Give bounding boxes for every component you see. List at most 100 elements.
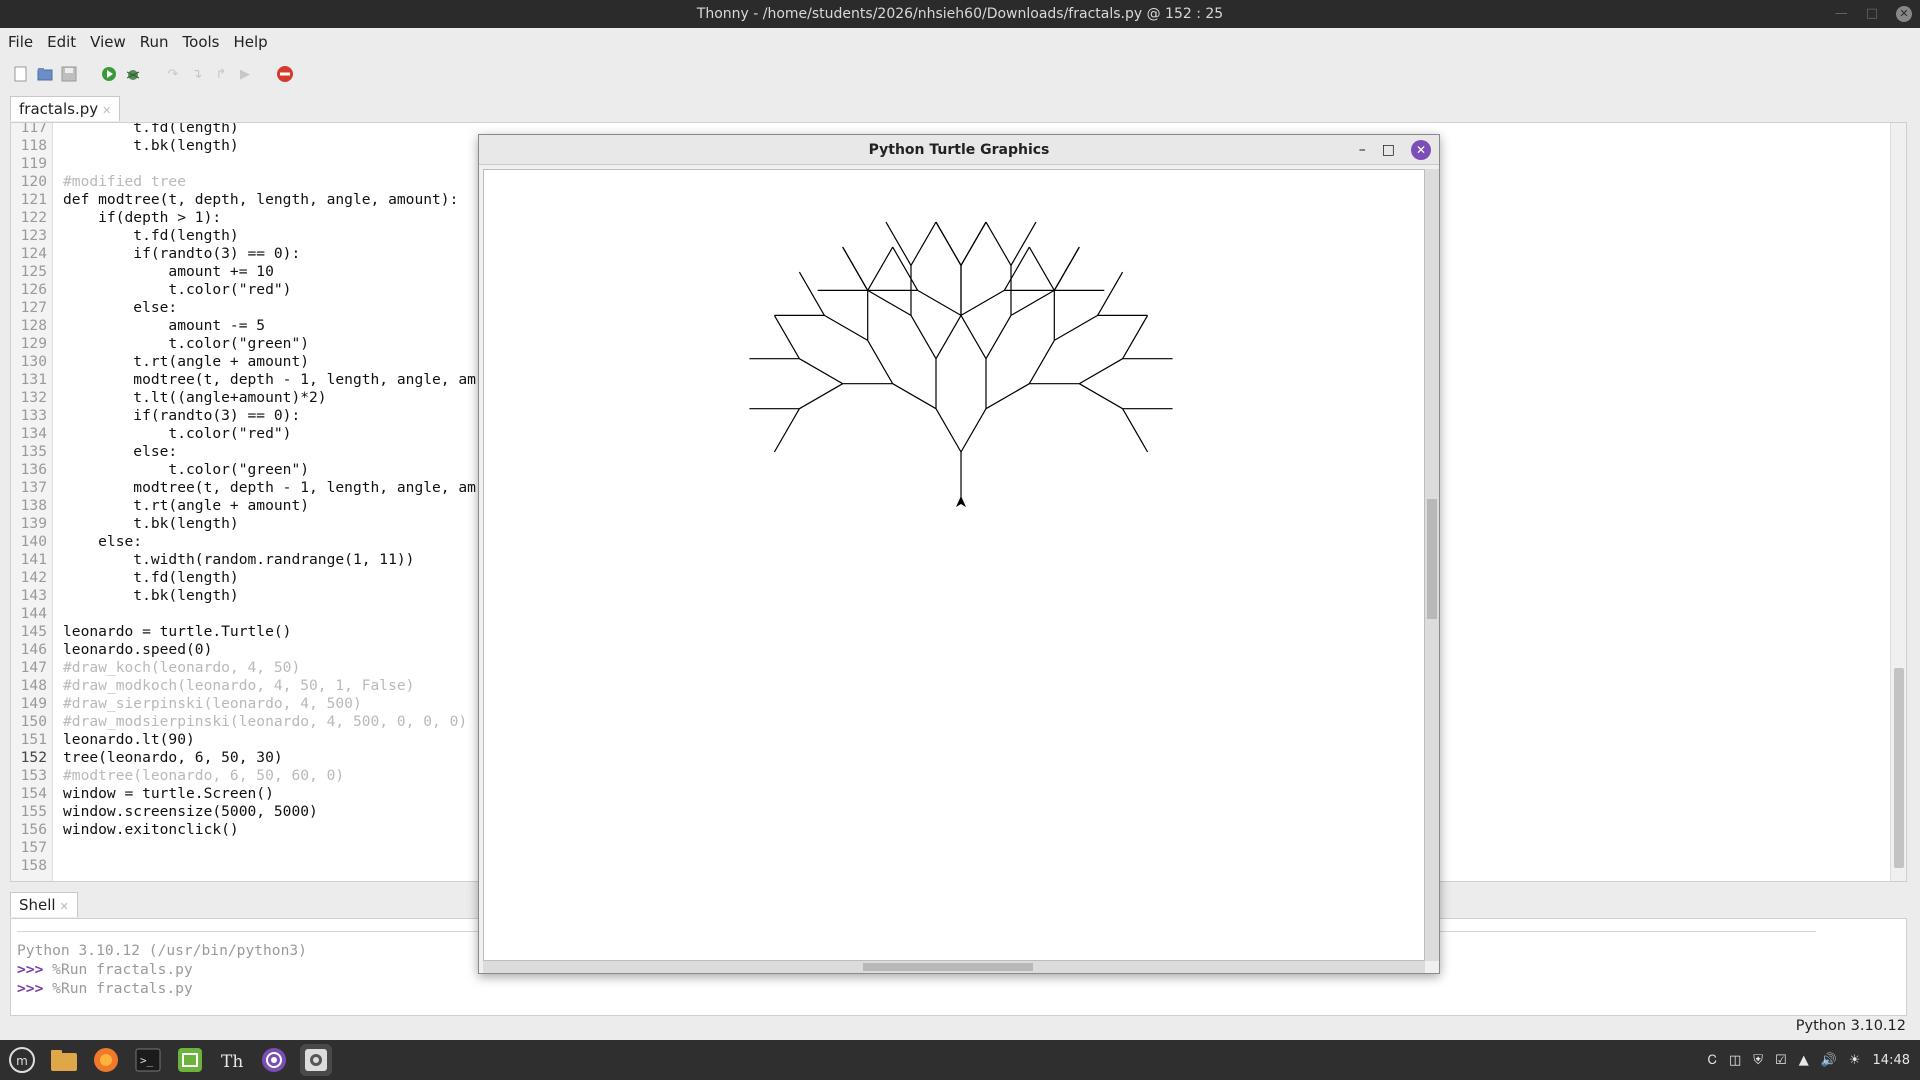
step-into-icon[interactable]: ↴ [188,65,206,83]
interpreter-status[interactable]: Python 3.10.12 [1796,1018,1906,1034]
step-over-icon[interactable]: ↷ [164,65,182,83]
code-line: 152 tree(leonardo, 6, 50, 30) [11,749,476,767]
brightness-icon[interactable]: ☀ [1849,1053,1861,1068]
tree-branch [1010,289,1055,316]
tree-branch [960,221,987,266]
maximize-icon[interactable]: □ [1382,135,1395,165]
tab-fractals[interactable]: fractals.py ✕ [10,96,121,121]
menu-help[interactable]: Help [234,33,268,51]
close-icon[interactable]: ✕ [1411,140,1431,160]
turtle-vscroll-thumb[interactable] [1427,499,1437,619]
line-number: 148 [20,677,47,694]
line-number: 125 [20,263,47,280]
menu-tools[interactable]: Tools [183,33,220,51]
code-text: leonardo.speed(0) [63,641,213,658]
code-line: 134 t.color("red") [11,425,476,443]
files-icon[interactable] [48,1044,80,1076]
tree-branch [1079,358,1123,385]
code-line: 146 leonardo.speed(0) [11,641,476,659]
system-tray: Ꮯ ◫ ⛨ ☑ ▲ 🔊 ☀ 14:48 [1708,1040,1910,1080]
close-shell-icon[interactable]: ✕ [60,900,69,913]
step-out-icon[interactable]: ↱ [212,65,230,83]
network-icon[interactable]: ▲ [1799,1053,1809,1068]
open-file-icon[interactable] [36,65,54,83]
thonny-icon[interactable]: Th [216,1044,248,1076]
line-number: 141 [20,551,47,568]
maximize-icon[interactable]: □ [1866,0,1878,28]
shell-command: %Run fractals.py [52,980,193,997]
code-line: 121 def modtree(t, depth, length, angle, … [11,191,476,209]
turtle-horizontal-scrollbar[interactable] [483,961,1425,973]
line-number: 129 [20,335,47,352]
turtle-hscroll-thumb[interactable] [863,963,1033,971]
shell-command: %Run fractals.py [52,961,193,978]
tree-branch [1010,221,1037,266]
code-text: leonardo.lt(90) [63,731,195,748]
tab-label: fractals.py [19,100,99,118]
mint-update-icon[interactable] [174,1044,206,1076]
clock[interactable]: 14:48 [1873,1053,1910,1068]
line-number: 143 [20,587,47,604]
minimize-icon[interactable]: – [1359,135,1366,165]
code-line: 122 if(depth > 1): [11,209,476,227]
turtle-titlebar[interactable]: Python Turtle Graphics – □ ✕ [479,135,1439,165]
code-line: 133 if(randto(3) == 0): [11,407,476,425]
run-icon[interactable] [100,65,118,83]
code-line: 151 leonardo.lt(90) [11,731,476,749]
menu-run[interactable]: Run [140,33,169,51]
editor-scrollbar[interactable] [1890,123,1906,881]
code-line: 132 t.lt((angle+amount)*2) [11,389,476,407]
terminal-icon[interactable]: >_ [132,1044,164,1076]
debug-icon[interactable] [124,65,142,83]
menu-edit[interactable]: Edit [47,33,76,51]
menu-icon[interactable]: m [6,1044,38,1076]
code-text: modtree(t, depth - 1, length, angle, am [63,479,476,496]
code-line: 158 [11,857,476,875]
line-number: 151 [20,731,47,748]
resume-icon[interactable]: ▶ [236,65,254,83]
turtle-vertical-scrollbar[interactable] [1425,169,1439,961]
code-line: 144 [11,605,476,623]
line-number: 152 [20,749,47,766]
line-number: 136 [20,461,47,478]
shield-icon[interactable]: ⛨ [1753,1053,1763,1068]
tree-branch [885,221,912,266]
stop-icon[interactable] [276,65,294,83]
tree-branch [892,383,937,410]
code-line: 118 t.bk(length) [11,137,476,155]
tree-branch [960,315,987,359]
code-text: modtree(t, depth - 1, length, angle, am [63,371,476,388]
turtle-window[interactable]: Python Turtle Graphics – □ ✕ [478,134,1440,974]
menu-view[interactable]: View [90,33,126,51]
firefox-icon[interactable] [90,1044,122,1076]
code-text: t.fd(length) [63,227,239,244]
code-line: 127 else: [11,299,476,317]
line-number: 150 [20,713,47,730]
close-icon[interactable]: ✕ [1896,6,1912,22]
tab-shell[interactable]: Shell ✕ [10,892,78,917]
code-text: #modtree(leonardo, 6, 50, 60, 0) [63,767,345,784]
line-number: 142 [20,569,47,586]
volume-icon[interactable]: 🔊 [1821,1053,1837,1068]
line-number: 122 [20,209,47,226]
tor-icon[interactable] [258,1044,290,1076]
line-number: 139 [20,515,47,532]
tree-branch [798,271,825,316]
menu-file[interactable]: File [8,33,33,51]
new-file-icon[interactable] [12,65,30,83]
code-line: 141 t.width(random.randrange(1, 11)) [11,551,476,569]
minimize-icon[interactable]: — [1835,0,1848,28]
bluetooth-icon[interactable]: Ꮯ [1708,1053,1717,1068]
update-shield-icon[interactable]: ☑ [1775,1053,1787,1068]
code-text: window.screensize(5000, 5000) [63,803,318,820]
clipboard-icon[interactable]: ◫ [1729,1053,1741,1068]
code-line: 119 [11,155,476,173]
save-file-icon[interactable] [60,65,78,83]
editor-scroll-thumb[interactable] [1894,668,1904,868]
settings-icon[interactable] [300,1044,332,1076]
turtle-canvas[interactable] [483,169,1425,961]
close-tab-icon[interactable]: ✕ [102,104,111,117]
line-number: 147 [20,659,47,676]
